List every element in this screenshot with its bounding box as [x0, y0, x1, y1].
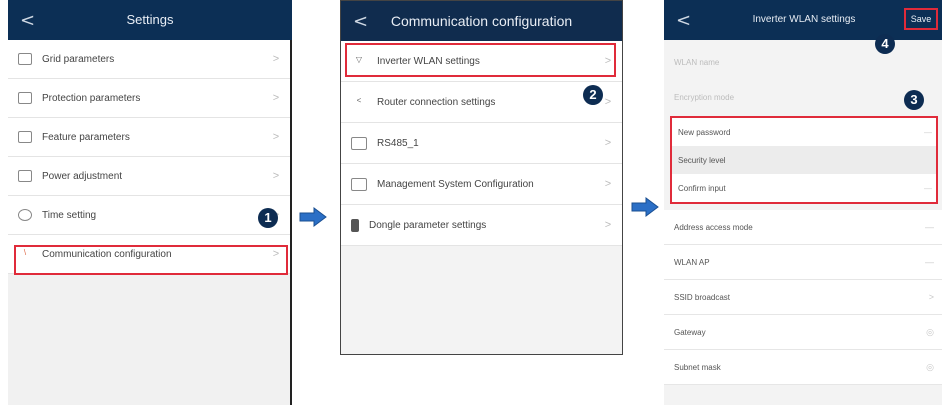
step-badge-4: 4 [875, 34, 895, 54]
step-badge-3: 3 [904, 90, 924, 110]
save-button[interactable]: Save [904, 8, 938, 30]
settings-row-gateway[interactable]: Gateway ◎ [664, 315, 942, 350]
row-label: Subnet mask [674, 363, 721, 372]
wifi-icon: ▽ [355, 54, 363, 64]
feature-icon [18, 131, 32, 143]
row-label: SSID broadcast [674, 293, 731, 302]
arrow-right-icon [631, 197, 659, 217]
settings-row-address-access-mode[interactable]: Address access mode — [664, 210, 942, 245]
chevron-right-icon: > [272, 131, 280, 143]
settings-item-label: Power adjustment [42, 170, 123, 182]
communication-icon: \ [23, 248, 27, 257]
management-icon [351, 177, 367, 191]
dongle-icon [351, 218, 359, 232]
chevron-right-icon: > [604, 55, 612, 67]
settings-title: Settings [126, 12, 174, 27]
settings-list: Grid parameters > Protection parameters … [8, 40, 290, 274]
chevron-right-icon: > [928, 292, 934, 302]
communication-list: ▽ Inverter WLAN settings > < Router conn… [341, 41, 622, 246]
chevron-right-icon: > [604, 178, 612, 190]
settings-item-time-setting[interactable]: Time setting > [8, 196, 290, 235]
chevron-right-icon: > [272, 248, 280, 260]
communication-title: Communication configuration [390, 13, 573, 29]
share-icon: < [356, 95, 362, 105]
chevron-right-icon: > [272, 53, 280, 65]
row-value: — [925, 257, 934, 267]
security-level-field[interactable]: Security level [672, 146, 938, 174]
settings-row-subnet-mask[interactable]: Subnet mask ◎ [664, 350, 942, 385]
row-label: Gateway [674, 328, 706, 337]
inverter-wlan-settings-screen: < Inverter WLAN settings Save 4 WLAN nam… [664, 0, 942, 405]
encryption-mode-hint: Encryption mode [674, 93, 735, 102]
settings-item-feature-parameters[interactable]: Feature parameters > [8, 118, 290, 157]
chevron-right-icon: > [604, 219, 612, 231]
info-icon: ◎ [926, 362, 934, 372]
row-label: Address access mode [674, 223, 753, 232]
settings-item-power-adjustment[interactable]: Power adjustment > [8, 157, 290, 196]
communication-item-rs485-1[interactable]: RS485_1 > [341, 123, 622, 164]
communication-item-label: Router connection settings [377, 96, 496, 108]
communication-item-router-connection-settings[interactable]: < Router connection settings > [341, 82, 622, 123]
communication-item-dongle-parameter-settings[interactable]: Dongle parameter settings > [341, 205, 622, 246]
settings-row-wlan-ap[interactable]: WLAN AP — [664, 245, 942, 280]
communication-item-label: Dongle parameter settings [369, 219, 487, 231]
communication-item-inverter-wlan-settings[interactable]: ▽ Inverter WLAN settings > [341, 41, 622, 82]
power-icon [18, 170, 32, 182]
communication-item-label: Management System Configuration [377, 178, 534, 190]
new-password-field[interactable]: New password — [672, 118, 938, 146]
new-password-label: New password [678, 128, 731, 137]
rs485-icon [351, 136, 367, 150]
communication-item-label: Inverter WLAN settings [377, 55, 480, 67]
wlan-title: Inverter WLAN settings [752, 14, 856, 25]
settings-item-label: Communication configuration [42, 248, 172, 260]
row-label: WLAN AP [674, 258, 710, 267]
security-level-label: Security level [678, 156, 726, 165]
settings-header: < Settings [8, 0, 292, 40]
chevron-right-icon: > [604, 137, 612, 149]
info-icon: ◎ [926, 327, 934, 337]
settings-item-label: Protection parameters [42, 92, 141, 104]
field-edit-indicator: — [924, 128, 932, 137]
row-value: — [925, 222, 934, 232]
shield-icon [18, 92, 32, 104]
settings-item-label: Time setting [42, 209, 97, 221]
communication-item-management-system-configuration[interactable]: Management System Configuration > [341, 164, 622, 205]
chevron-right-icon: > [272, 92, 280, 104]
communication-header: < Communication configuration [341, 1, 622, 41]
settings-item-grid-parameters[interactable]: Grid parameters > [8, 40, 290, 79]
settings-item-communication-configuration[interactable]: \ Communication configuration > [8, 235, 290, 274]
wlan-header: < Inverter WLAN settings Save [664, 0, 942, 40]
grid-icon [18, 53, 32, 65]
step-badge-2: 2 [583, 85, 603, 105]
clock-icon [18, 209, 32, 221]
field-edit-indicator: — [924, 184, 932, 193]
chevron-right-icon: > [272, 170, 280, 182]
confirm-input-label: Confirm input [678, 184, 726, 193]
settings-screen: < Settings Grid parameters > Protection … [8, 0, 292, 405]
settings-item-label: Feature parameters [42, 131, 130, 143]
communication-item-label: RS485_1 [377, 137, 419, 149]
step-badge-1: 1 [258, 208, 278, 228]
settings-item-label: Grid parameters [42, 53, 115, 65]
wlan-name-hint: WLAN name [674, 58, 720, 67]
communication-configuration-screen: < Communication configuration ▽ Inverter… [340, 0, 623, 355]
confirm-input-field[interactable]: Confirm input — [672, 174, 938, 202]
settings-row-ssid-broadcast[interactable]: SSID broadcast > [664, 280, 942, 315]
arrow-right-icon [299, 207, 327, 227]
settings-item-protection-parameters[interactable]: Protection parameters > [8, 79, 290, 118]
